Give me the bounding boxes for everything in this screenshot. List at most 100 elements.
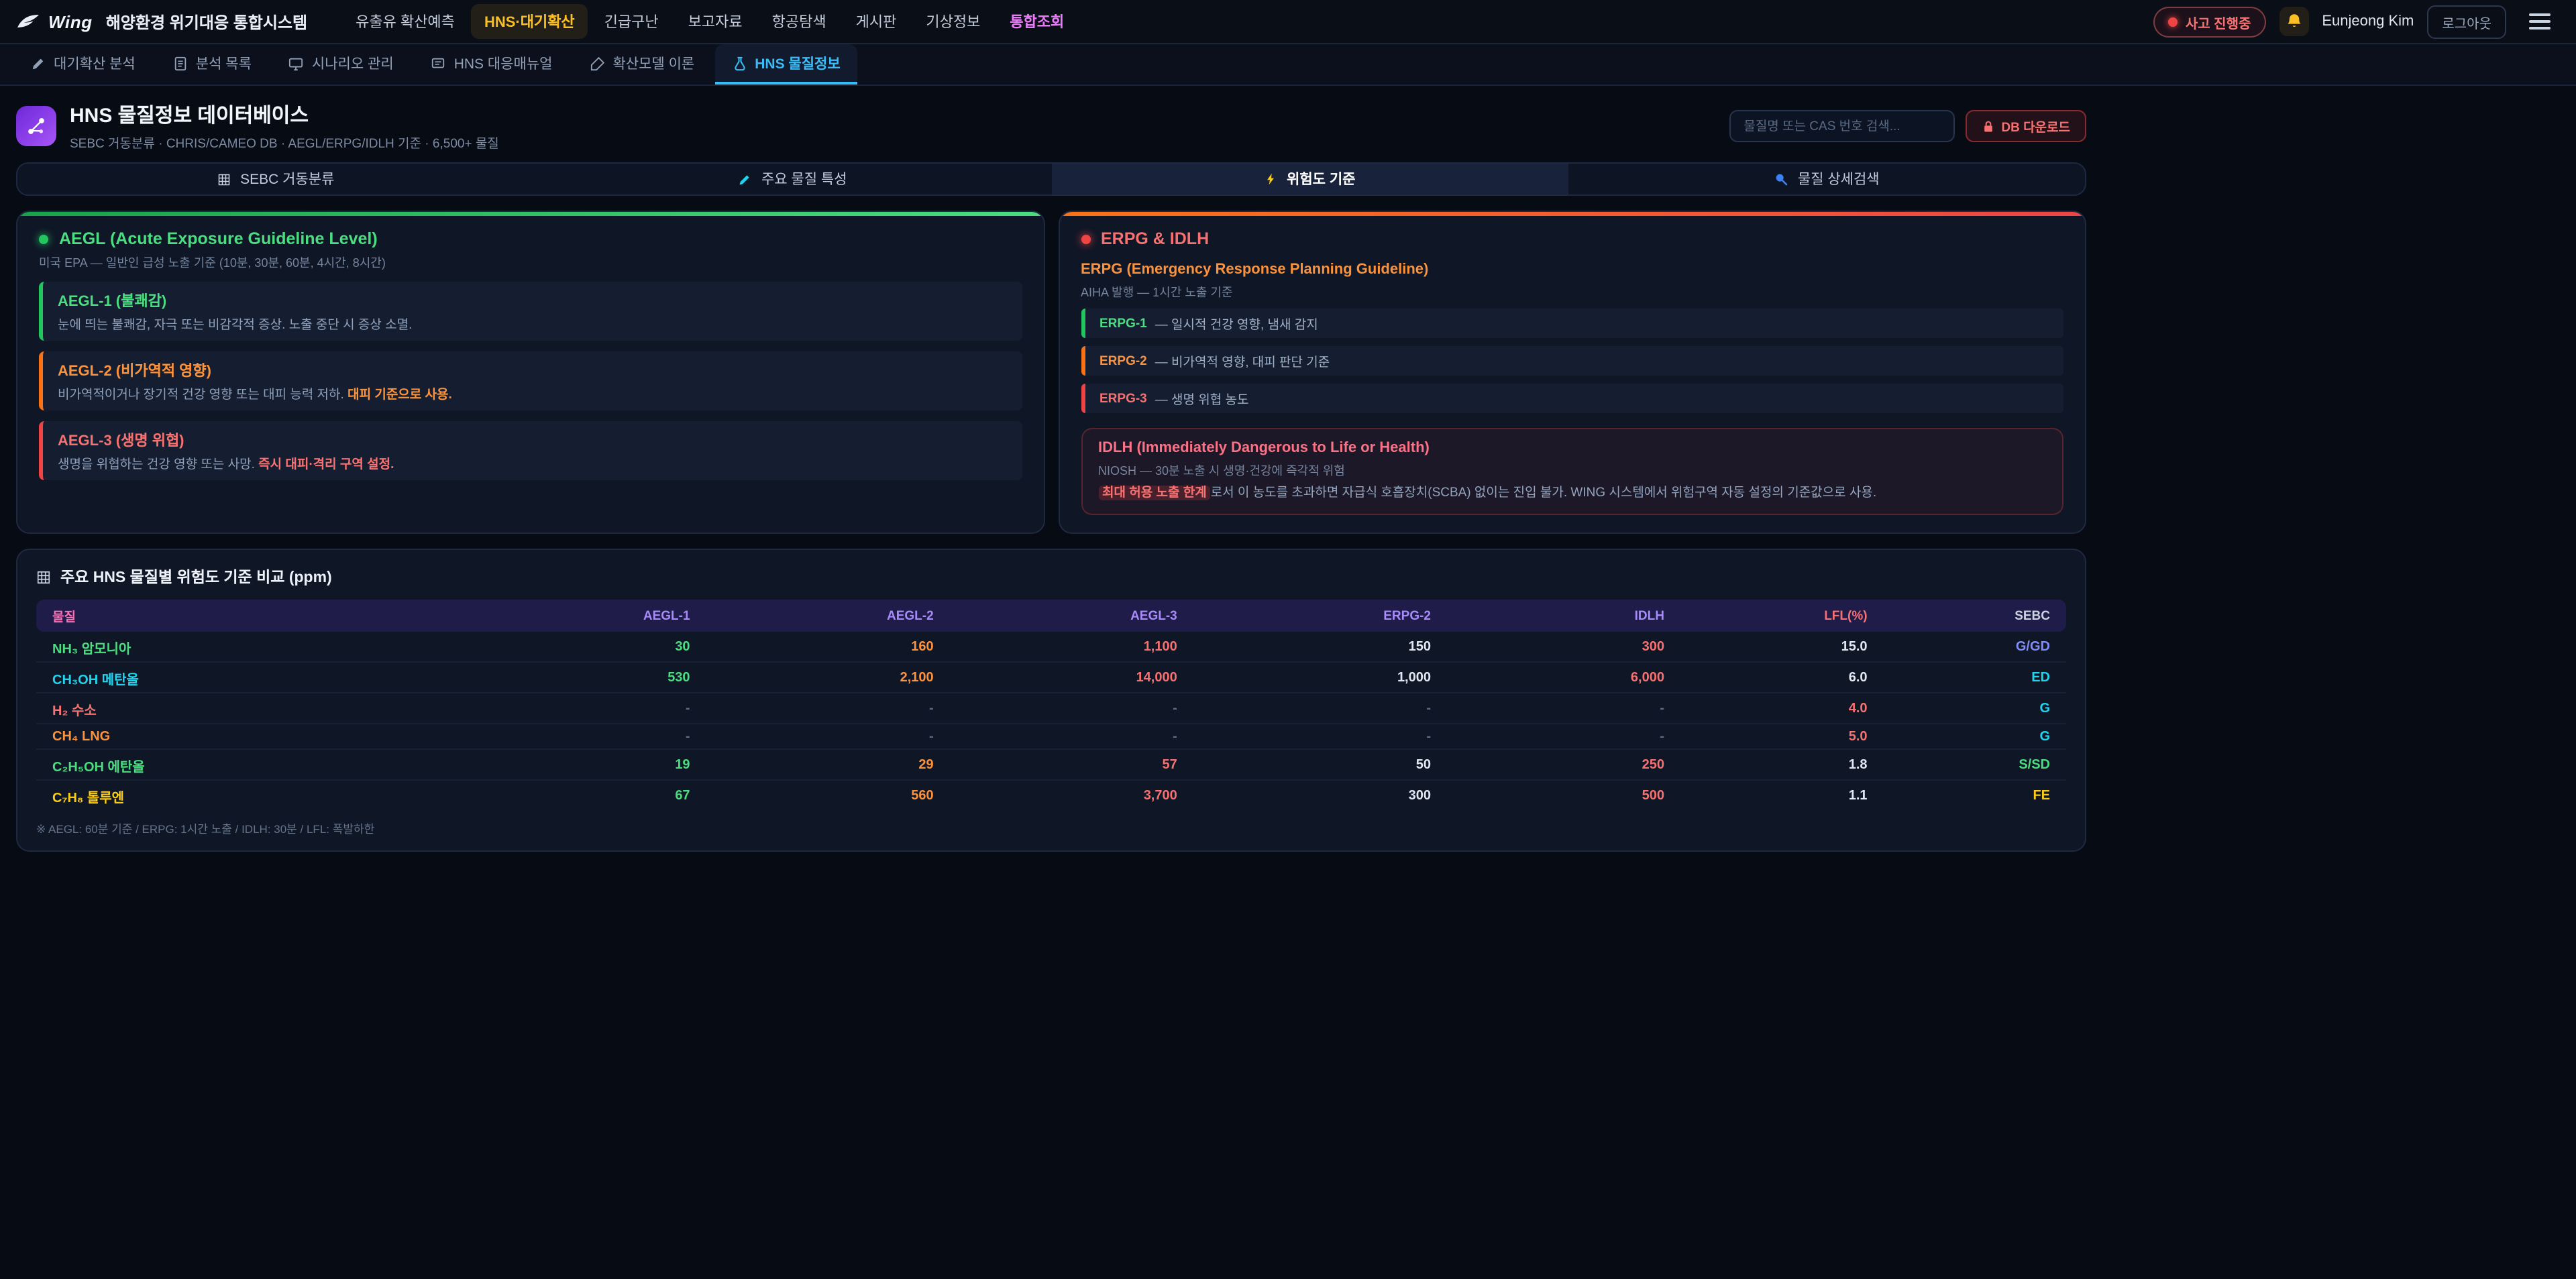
column-aegl3: AEGL-3 [950,600,1193,632]
lightning-icon [1264,172,1277,186]
aegl-level-name: AEGL-1 (불쾌감) [58,290,1007,311]
tab-analysis-list[interactable]: 분석 목록 [156,44,269,85]
logout-button[interactable]: 로그아웃 [2427,5,2506,38]
idlh-highlight: 최대 허용 노출 한계 [1098,486,1211,500]
lock-icon [1981,119,1994,133]
sebc-cell: ED [1884,663,2066,693]
idlh-cell: 250 [1447,750,1680,781]
db-download-button[interactable]: DB 다운로드 [1965,110,2086,142]
row-ethanol[interactable]: C₂H₅OH 에탄올 19 29 57 50 250 1.8 S/SD [36,750,2066,781]
idlh-box: IDLH (Immediately Dangerous to Life or H… [1081,428,2063,516]
idlh-cell: 500 [1447,781,1680,811]
top-nav: Wing 해양환경 위기대응 통합시스템 유출유 확산예측 HNS·대기확산 긴… [0,0,2576,44]
lfl-cell: 5.0 [1680,724,1884,750]
tab-atmospheric-analysis[interactable]: 대기확산 분석 [13,44,153,85]
aegl-level-desc-text: 비가역적이거나 장기적 건강 영향 또는 대피 능력 저하. [58,388,344,402]
app-title: 해양환경 위기대응 통합시스템 [106,10,307,33]
aegl1-cell: 67 [462,781,706,811]
menu-button[interactable] [2520,5,2560,38]
screen-icon [431,56,446,70]
tab-hns-substance-info[interactable]: HNS 물질정보 [714,44,857,85]
substance-cell: C₇H₈ 톨루엔 [36,781,462,811]
aegl-subtitle: 미국 EPA — 일반인 급성 노출 기준 (10분, 30분, 60분, 4시… [39,254,1022,271]
row-ammonia[interactable]: NH₃ 암모니아 30 160 1,100 150 300 15.0 G/GD [36,632,2066,663]
nav-item-oil-spill-prediction[interactable]: 유출유 확산예측 [342,4,468,39]
row-methanol[interactable]: CH₃OH 메탄올 530 2,100 14,000 1,000 6,000 6… [36,663,2066,693]
erpg-level-desc: — 일시적 건강 영향, 냄새 감지 [1155,314,1318,333]
tab-diffusion-model-theory[interactable]: 확산모델 이론 [572,44,712,85]
column-aegl1: AEGL-1 [462,600,706,632]
aegl-level-highlight: 즉시 대피·격리 구역 설정. [258,457,394,472]
tab-hns-response-manual[interactable]: HNS 대응매뉴얼 [414,44,570,85]
aegl-level-desc-text: 눈에 띄는 불쾌감, 자극 또는 비감각적 증상. 노출 중단 시 증상 소멸. [58,318,412,333]
logo[interactable]: Wing 해양환경 위기대응 통합시스템 [16,10,307,33]
idlh-description-text: 로서 이 농도를 초과하면 자급식 호흡장치(SCBA) 없이는 진입 불가. … [1211,486,1876,500]
row-hydrogen[interactable]: H₂ 수소 - - - - - 4.0 G [36,693,2066,724]
column-lfl: LFL(%) [1680,600,1884,632]
erpg-level-3: ERPG-3 — 생명 위협 농도 [1081,384,2063,413]
erpg2-cell: 300 [1193,781,1447,811]
nav-item-weather[interactable]: 기상정보 [912,4,994,39]
sebc-cell: G/GD [1884,632,2066,663]
page-header-left: HNS 물질정보 데이터베이스 SEBC 거동분류 · CHRIS/CAMEO … [16,101,499,152]
section-tab-hazard-criteria[interactable]: 위험도 기준 [1051,164,1568,194]
aegl3-cell: - [950,693,1193,724]
section-tab-label: 주요 물질 특성 [761,169,847,189]
incident-label: 사고 진행중 [2186,11,2251,32]
sub-nav: 대기확산 분석 분석 목록 시나리오 관리 HNS 대응매뉴얼 확산모델 이론 … [0,44,2576,86]
notification-bell-button[interactable] [2279,7,2308,36]
row-toluene[interactable]: C₇H₈ 톨루엔 67 560 3,700 300 500 1.1 FE [36,781,2066,811]
aegl-level-1: AEGL-1 (불쾌감) 눈에 띄는 불쾌감, 자극 또는 비감각적 증상. 노… [39,282,1022,341]
page-subtitle: SEBC 거동분류 · CHRIS/CAMEO DB · AEGL/ERPG/I… [70,133,499,152]
section-tab-detail-search[interactable]: 물질 상세검색 [1568,164,2086,194]
section-tabs: SEBC 거동분류 주요 물질 특성 위험도 기준 물질 상세검색 [16,162,2086,196]
lfl-cell: 15.0 [1680,632,1884,663]
nav-item-hns-atmospheric[interactable]: HNS·대기확산 [471,4,588,39]
sebc-cell: G [1884,724,2066,750]
tab-label: 시나리오 관리 [312,53,394,73]
flask-icon [732,56,747,70]
nav-item-emergency-rescue[interactable]: 긴급구난 [591,4,672,39]
column-aegl2: AEGL-2 [706,600,950,632]
erpg2-cell: - [1193,693,1447,724]
page-header: HNS 물질정보 데이터베이스 SEBC 거동분류 · CHRIS/CAMEO … [16,86,2086,162]
aegl2-cell: 560 [706,781,950,811]
aegl-level-desc: 비가역적이거나 장기적 건강 영향 또는 대피 능력 저하. 대피 기준으로 사… [58,384,1007,402]
row-lng[interactable]: CH₄ LNG - - - - - 5.0 G [36,724,2066,750]
nav-item-aerial-search[interactable]: 항공탐색 [759,4,840,39]
aegl-panel-title-text: AEGL (Acute Exposure Guideline Level) [59,229,378,248]
hamburger-icon [2529,13,2551,16]
substance-search-input[interactable] [1729,110,1954,142]
column-sebc: SEBC [1884,600,2066,632]
document-icon [173,56,188,70]
lfl-cell: 6.0 [1680,663,1884,693]
aegl3-cell: 57 [950,750,1193,781]
erpg2-cell: 150 [1193,632,1447,663]
nav-item-board[interactable]: 게시판 [843,4,910,39]
pencil-icon [31,56,46,70]
section-tab-sebc[interactable]: SEBC 거동분류 [17,164,535,194]
table-title-text: 주요 HNS 물질별 위험도 기준 비교 (ppm) [60,567,332,588]
sebc-cell: S/SD [1884,750,2066,781]
nav-item-integrated-search[interactable]: 통합조회 [996,4,1077,39]
pencil-icon [739,172,752,186]
green-dot-icon [39,234,48,243]
main-content: HNS 물질정보 데이터베이스 SEBC 거동분류 · CHRIS/CAMEO … [16,86,2086,852]
monitor-icon [289,56,304,70]
erpg-idlh-panel: ERPG & IDLH ERPG (Emergency Response Pla… [1058,211,2086,535]
nav-item-reports[interactable]: 보고자료 [675,4,756,39]
tab-scenario-management[interactable]: 시나리오 관리 [272,44,411,85]
section-tab-properties[interactable]: 주요 물질 특성 [535,164,1052,194]
incident-status-badge[interactable]: 사고 진행중 [2153,6,2266,37]
erpg-level-name: ERPG-1 [1099,316,1147,331]
erpg2-cell: 50 [1193,750,1447,781]
red-dot-icon [1081,234,1090,243]
aegl1-cell: 530 [462,663,706,693]
page-title: HNS 물질정보 데이터베이스 [70,101,499,129]
erpg-level-desc: — 생명 위협 농도 [1155,389,1249,408]
substance-cell: CH₃OH 메탄올 [36,663,462,693]
magnifier-icon [1774,172,1788,186]
erpg-level-2: ERPG-2 — 비가역적 영향, 대피 판단 기준 [1081,346,2063,376]
page-header-right: DB 다운로드 [1729,110,2086,142]
main-menu: 유출유 확산예측 HNS·대기확산 긴급구난 보고자료 항공탐색 게시판 기상정… [342,4,1077,39]
